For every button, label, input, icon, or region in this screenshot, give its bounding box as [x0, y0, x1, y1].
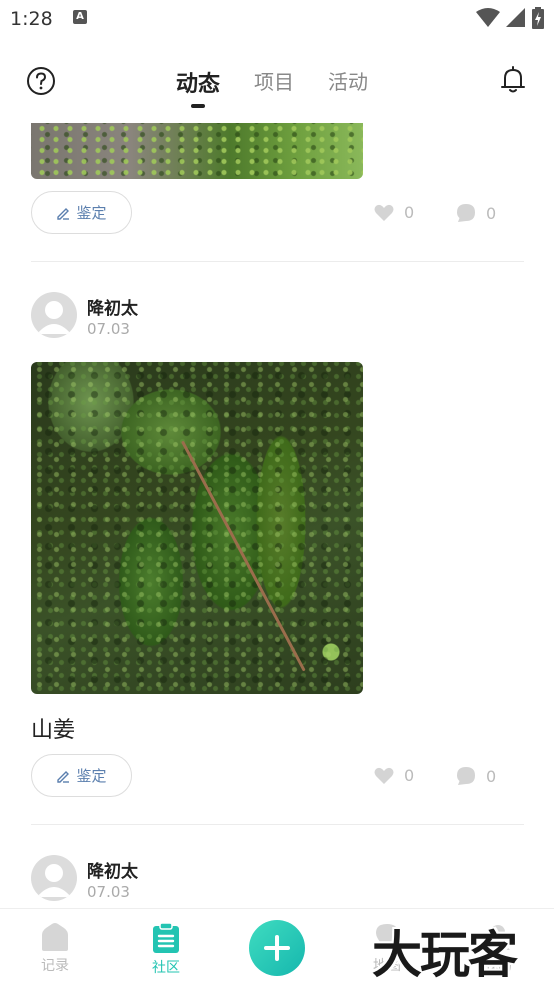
status-time: 1:28 [10, 8, 53, 30]
default-avatar-icon [37, 301, 71, 334]
nav-label: 记录 [41, 958, 69, 974]
battery-icon [532, 7, 544, 29]
help-icon[interactable] [26, 66, 56, 96]
appraise-label: 鉴定 [76, 767, 107, 785]
post-username[interactable]: 降初太 [87, 857, 138, 882]
bell-icon[interactable] [498, 65, 528, 95]
appraise-label: 鉴定 [76, 204, 107, 222]
like-count: 0 [404, 203, 415, 222]
like-count: 0 [404, 766, 415, 785]
watermark-logo: 大玩客 [372, 925, 518, 984]
add-post-button[interactable] [249, 920, 305, 976]
home-icon [42, 923, 68, 951]
tab-activities[interactable]: 活动 [328, 66, 368, 108]
heart-icon [374, 204, 394, 221]
comment-icon [457, 767, 475, 785]
like-button[interactable]: 0 [374, 766, 414, 785]
feed-list: 鉴定 0 0 降初太 07.03 山姜 鉴定 0 0 降初太 07.03 [0, 123, 554, 908]
signal-icon [506, 8, 525, 27]
post-date: 07.03 [87, 320, 130, 338]
comment-button[interactable]: 0 [456, 766, 496, 786]
like-button[interactable]: 0 [374, 203, 414, 222]
post-photo[interactable] [31, 362, 363, 694]
plus-icon [264, 935, 290, 961]
comment-button[interactable]: 0 [456, 203, 496, 223]
appraise-button[interactable]: 鉴定 [31, 191, 132, 234]
edit-icon [57, 770, 70, 783]
tab-projects[interactable]: 项目 [254, 66, 294, 108]
notification-icon: A [73, 10, 87, 24]
wifi-icon [476, 8, 500, 27]
default-avatar-icon [37, 864, 71, 897]
feed-tabs: 动态 项目 活动 [176, 66, 368, 108]
post-caption: 山姜 [31, 718, 76, 743]
nav-community[interactable]: 社区 [136, 923, 196, 977]
comment-count: 0 [486, 203, 497, 223]
appraise-button[interactable]: 鉴定 [31, 754, 132, 797]
nav-records[interactable]: 记录 [25, 923, 85, 975]
avatar[interactable] [31, 292, 77, 338]
comment-count: 0 [486, 766, 497, 786]
status-bar: 1:28 A [0, 0, 554, 40]
post-username[interactable]: 降初太 [87, 294, 138, 319]
tab-dynamic[interactable]: 动态 [176, 66, 220, 108]
status-icons [476, 7, 544, 29]
heart-icon [374, 767, 394, 784]
post-date: 07.03 [87, 883, 130, 901]
post-divider [31, 261, 524, 262]
nav-label: 社区 [152, 960, 180, 976]
post-photo[interactable] [31, 123, 363, 179]
edit-icon [57, 207, 70, 220]
bottom-nav: 记录 社区 地图 我的 大玩客 [0, 908, 554, 985]
comment-icon [457, 204, 475, 222]
avatar[interactable] [31, 855, 77, 901]
post-divider [31, 824, 524, 825]
clipboard-icon [153, 923, 179, 953]
top-header: 动态 项目 活动 [0, 56, 554, 108]
